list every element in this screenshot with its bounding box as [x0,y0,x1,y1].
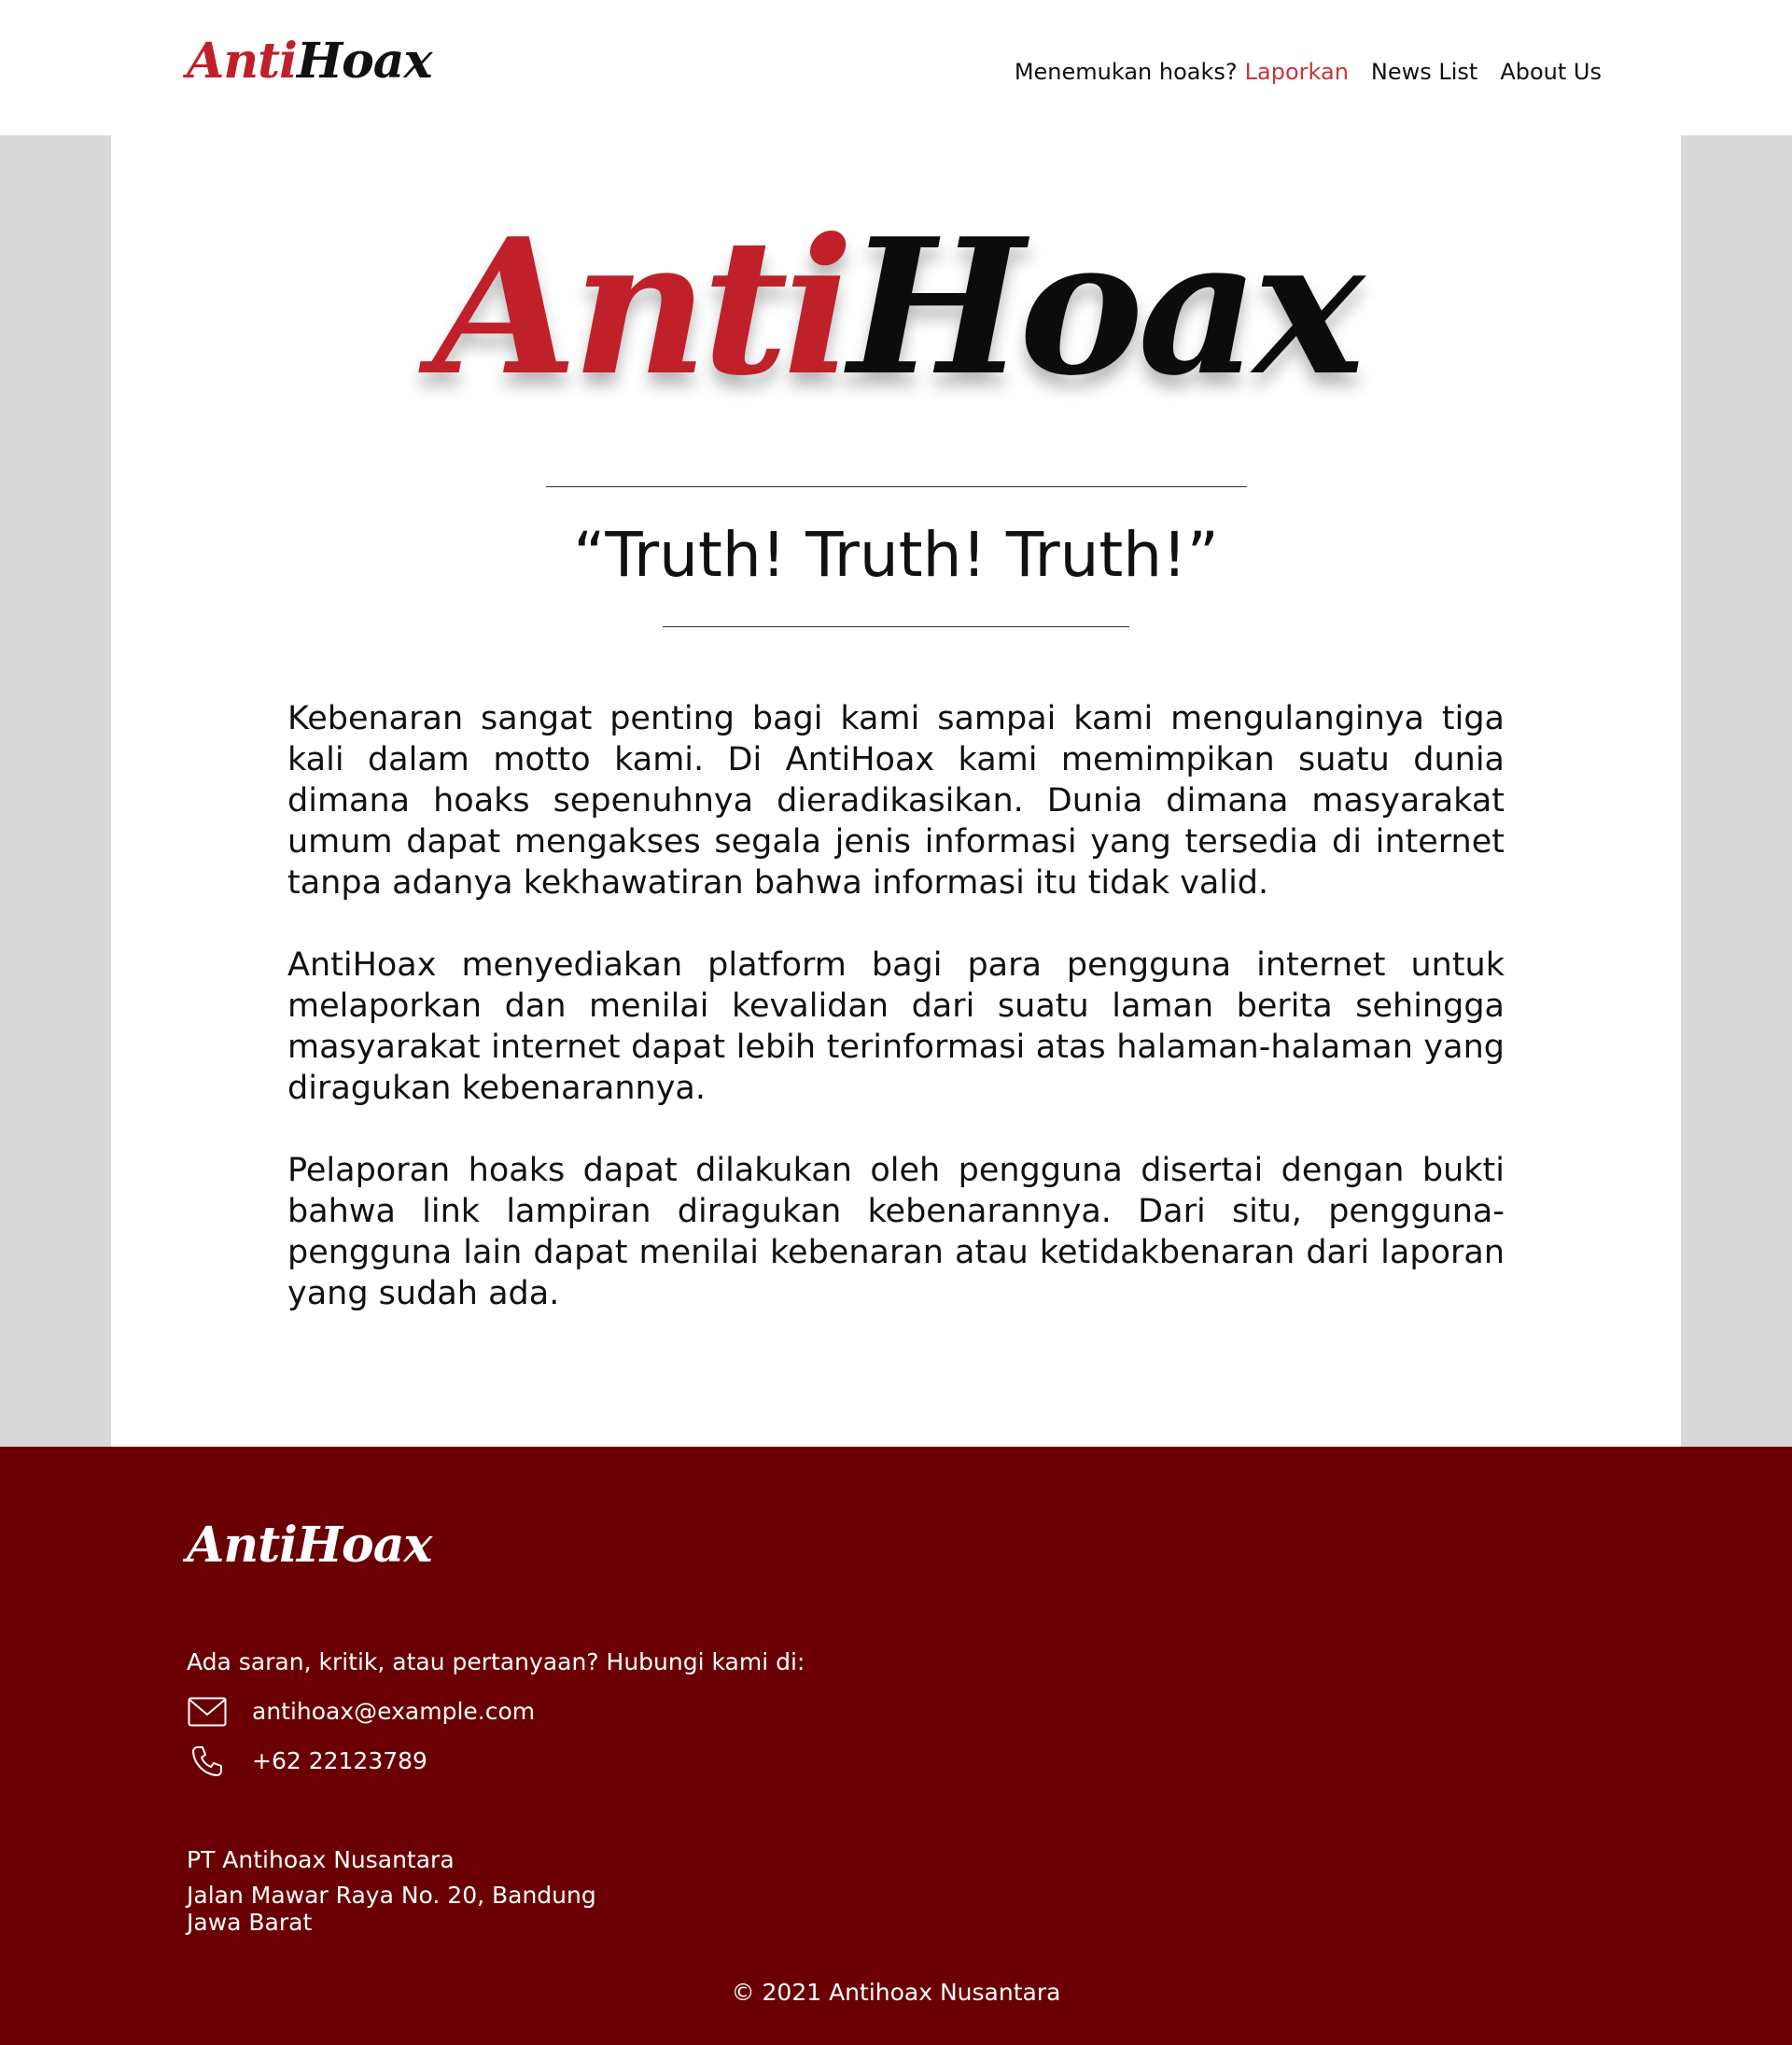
address-line-2: Jawa Barat [187,1909,313,1936]
logo-anti-text: Anti [187,33,298,90]
contact-email-row: antihoax@example.com [187,1695,535,1729]
header-logo[interactable]: AntiHoax [187,37,432,86]
hero-logo: AntiHoax [0,215,1792,401]
news-list-link[interactable]: News List [1371,58,1477,86]
about-paragraph: Kebenaran sangat penting bagi kami sampa… [287,700,1505,902]
footer-logo: AntiHoax [187,1517,432,1574]
mail-icon [187,1695,228,1729]
contact-phone-row: +62 22123789 [187,1744,427,1778]
logo-hoax-text: Hoax [296,33,433,90]
copyright-text: © 2021 Antihoax Nusantara [731,1979,1061,2006]
about-paragraph: AntiHoax menyediakan platform bagi para … [287,946,1505,1107]
motto-top-divider [546,486,1247,487]
hero-logo-hoax: Hoax [847,198,1365,417]
report-question-text: Menemukan hoaks? [1014,59,1238,85]
address-line-1: Jalan Mawar Raya No. 20, Bandung [187,1882,596,1909]
motto-text: “Truth! Truth! Truth!” [573,519,1219,591]
site-header: AntiHoax Menemukan hoaks? Laporkan News … [0,0,1792,135]
about-body: Kebenaran sangat penting bagi kami sampa… [287,698,1505,1355]
motto-bottom-divider [663,626,1129,627]
phone-icon [187,1744,228,1778]
about-us-link[interactable]: About Us [1500,58,1602,86]
contact-intro: Ada saran, kritik, atau pertanyaan? Hubu… [187,1648,805,1675]
main-nav: Menemukan hoaks? Laporkan News List Abou… [1015,58,1602,86]
about-paragraph: Pelaporan hoaks dapat dilakukan oleh pen… [287,1152,1505,1312]
email-link[interactable]: antihoax@example.com [252,1697,535,1727]
company-name: PT Antihoax Nusantara [187,1846,455,1873]
phone-link[interactable]: +62 22123789 [252,1746,427,1776]
hero-logo-anti: Anti [432,198,854,417]
report-link[interactable]: Laporkan [1245,58,1349,86]
